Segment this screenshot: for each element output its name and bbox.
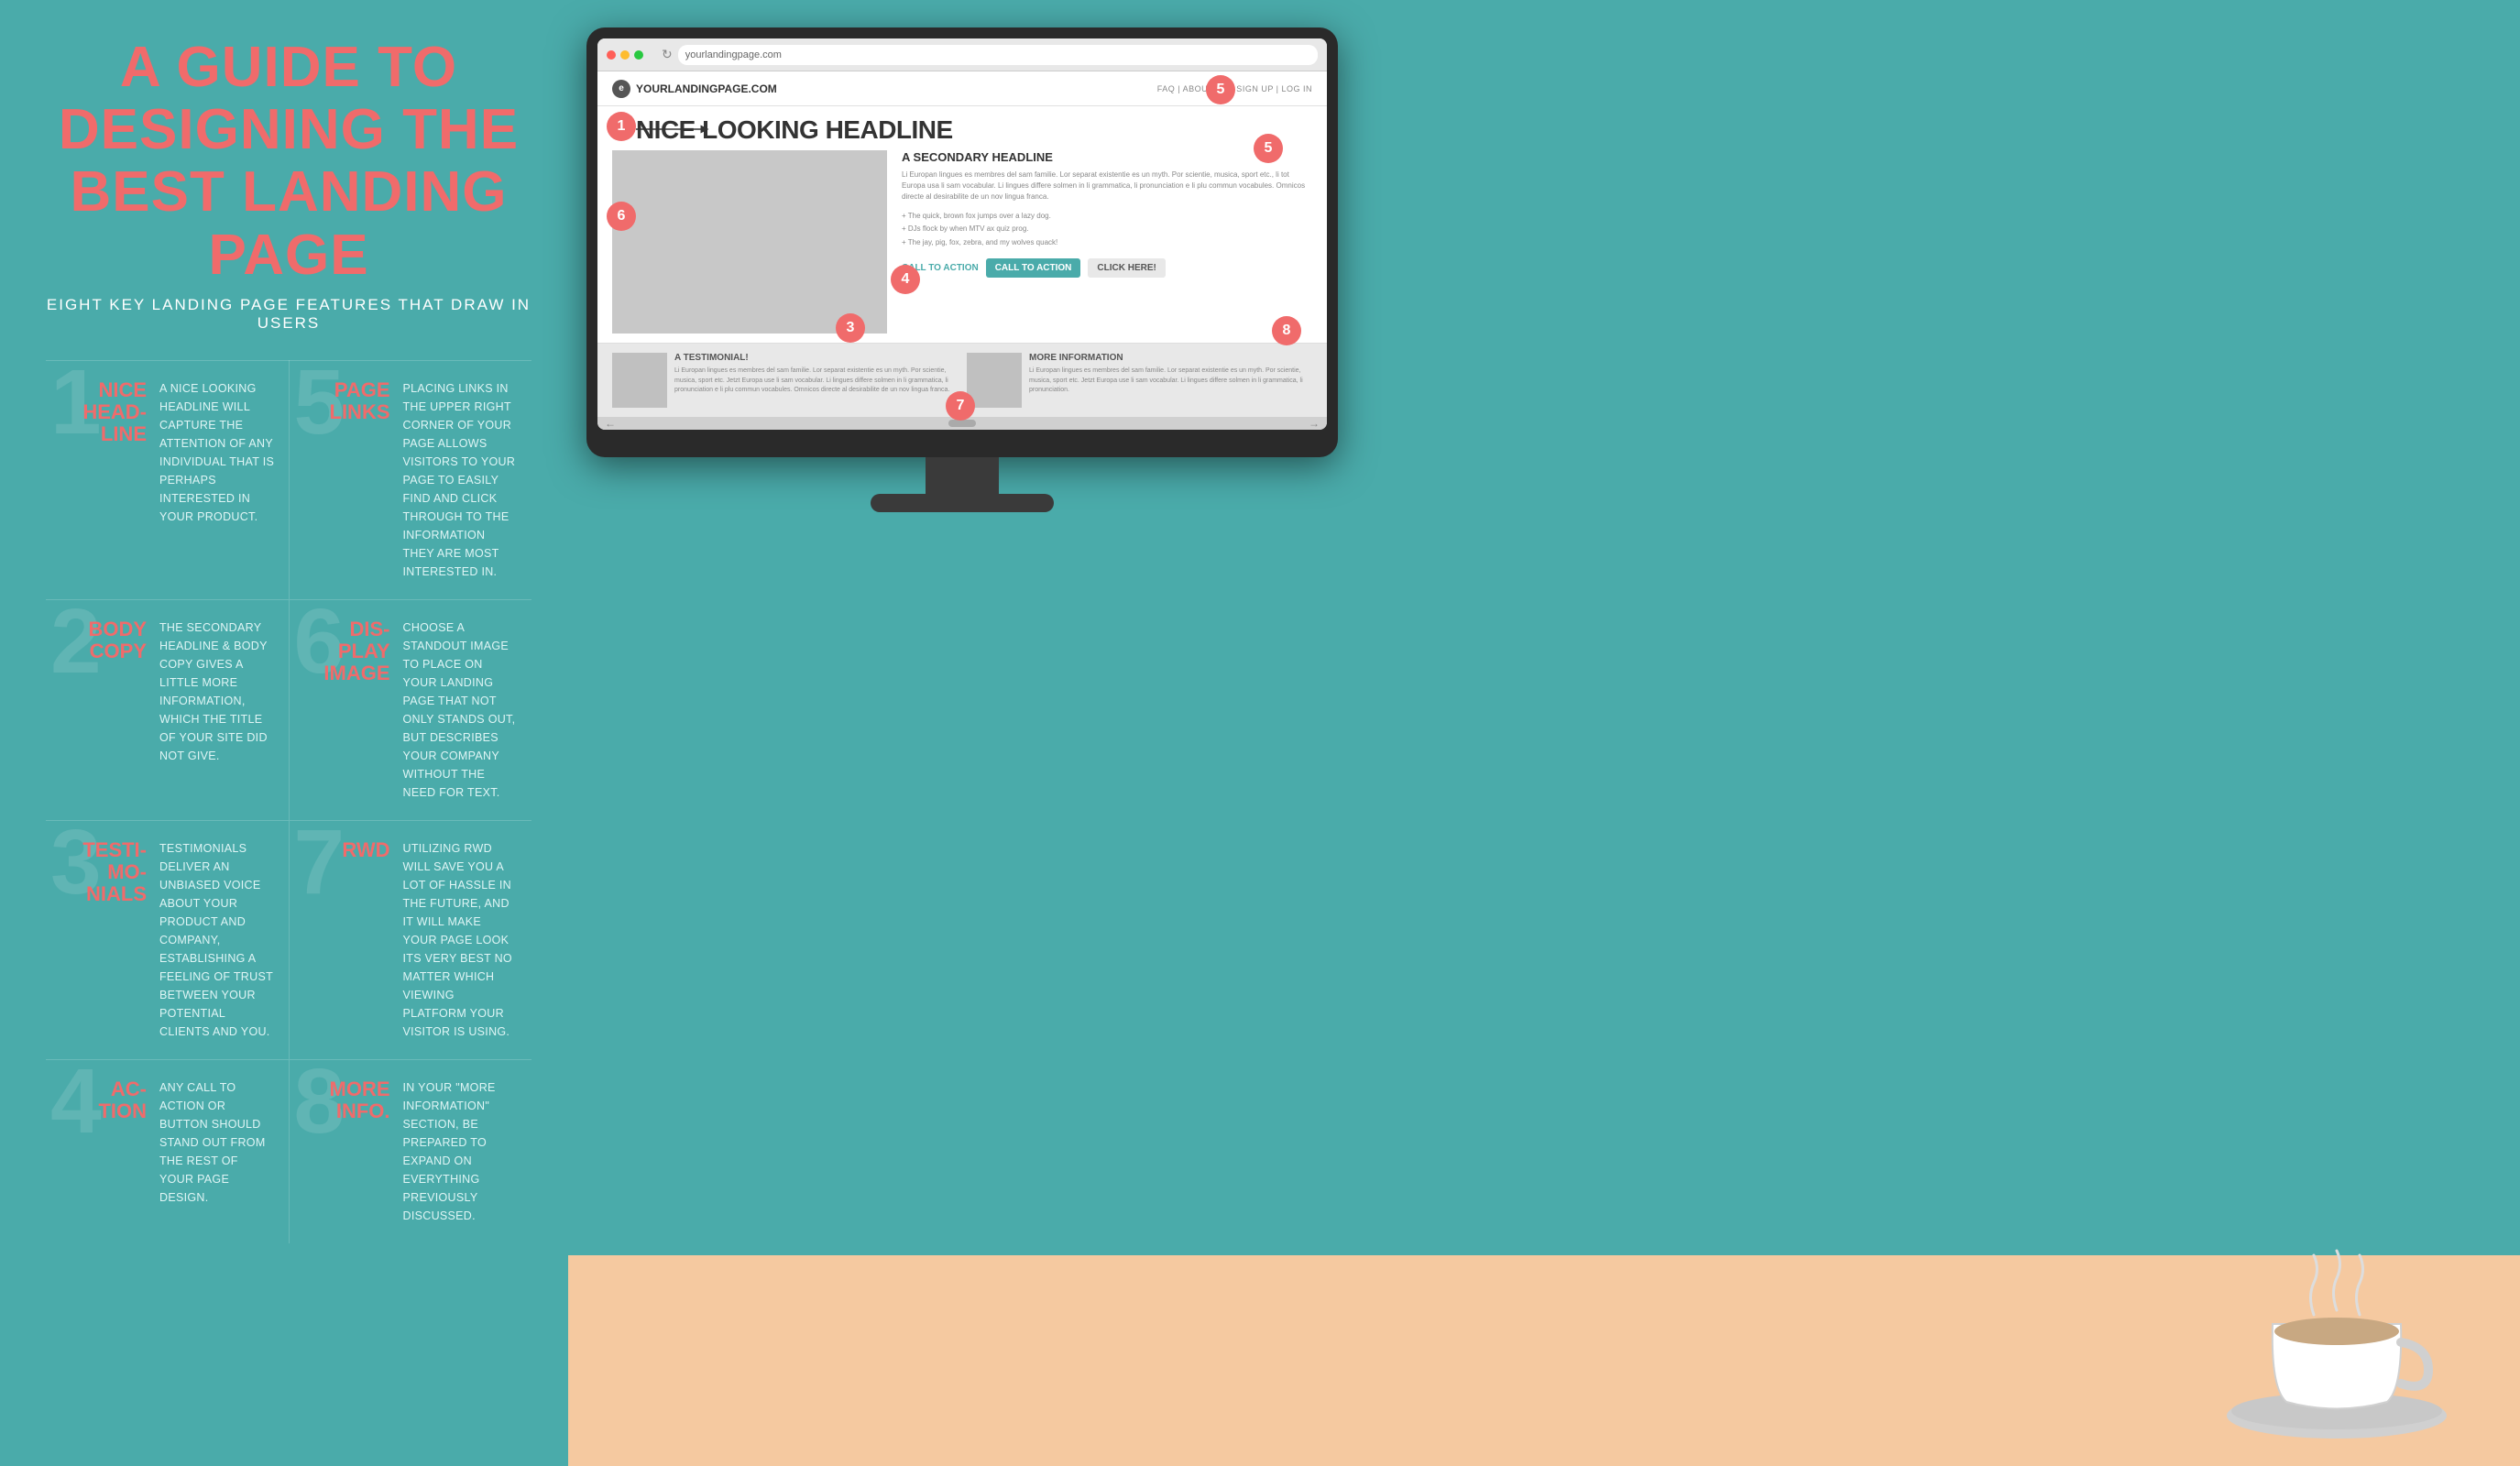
feature-desc-4: Any call to action or button should stan… bbox=[159, 1078, 275, 1207]
feature-desc-8: In your "More Information" section, be p… bbox=[403, 1078, 519, 1225]
feature-label-3: TESTI-MO-NIALS bbox=[82, 838, 147, 905]
feature-label-6: DIS-PLAYIMAGE bbox=[323, 618, 389, 684]
features-table: 1 NICEHEAD-LINE A nice looking headline … bbox=[46, 360, 531, 1243]
url-bar[interactable]: yourlandingpage.com bbox=[678, 45, 1318, 65]
badge-6: 6 bbox=[607, 202, 636, 231]
browser-bar: ↻ yourlandingpage.com bbox=[597, 38, 1327, 71]
browser-dots bbox=[607, 50, 643, 60]
scroll-indicator[interactable] bbox=[948, 420, 976, 427]
feature-label-1: NICEHEAD-LINE bbox=[82, 378, 147, 445]
testimonial-image bbox=[612, 353, 667, 408]
reload-icon[interactable]: ↻ bbox=[662, 47, 673, 62]
imac-stand-neck bbox=[926, 457, 999, 494]
imac-screen-outer: ↻ yourlandingpage.com e YOURLANDINGPAGE.… bbox=[586, 27, 1338, 457]
feature-item-8: 8 MOREINFO. In your "More Information" s… bbox=[289, 1059, 531, 1243]
features-row-4: 4 AC-TION Any call to action or button s… bbox=[46, 1059, 531, 1243]
feature-item-7: 7 RWD Utilizing RWD will save you a lot … bbox=[289, 820, 531, 1059]
badge-3: 3 bbox=[836, 313, 865, 343]
imac: ↻ yourlandingpage.com e YOURLANDINGPAGE.… bbox=[586, 27, 1338, 512]
feature-desc-2: The secondary headline & body copy gives… bbox=[159, 618, 275, 765]
feature-label-7: RWD bbox=[342, 838, 389, 861]
dot-red bbox=[607, 50, 616, 60]
more-info-box: MORE INFORMATION Li Europan lingues es m… bbox=[967, 353, 1312, 408]
main-heading: A Guide to Designing the Best Landing Pa… bbox=[46, 37, 531, 287]
feature-desc-5: Placing links in the upper right corner … bbox=[403, 379, 519, 581]
badge-2: 5 bbox=[1254, 134, 1283, 163]
feature-label-8: MOREINFO. bbox=[330, 1078, 390, 1122]
features-row-3: 3 TESTI-MO-NIALS Testimonials deliver an… bbox=[46, 820, 531, 1059]
right-panel: ↻ yourlandingpage.com e YOURLANDINGPAGE.… bbox=[568, 0, 2520, 1466]
body-text: Li Europan lingues es membres del sam fa… bbox=[902, 170, 1312, 202]
scroll-right-arrow[interactable]: → bbox=[1309, 417, 1320, 430]
bg-number-7: 7 bbox=[294, 821, 345, 903]
feature-item-2: 2 BODYCOPY The secondary headline & body… bbox=[46, 599, 289, 820]
badge-5: 5 bbox=[1206, 75, 1235, 104]
features-row-2: 2 BODYCOPY The secondary headline & body… bbox=[46, 599, 531, 820]
landing-logo: e YOURLANDINGPAGE.COM bbox=[612, 80, 777, 98]
badge-1: 1 bbox=[607, 112, 636, 141]
click-here-button[interactable]: CLICK HERE! bbox=[1088, 258, 1165, 278]
feature-item-4: 4 AC-TION Any call to action or button s… bbox=[46, 1059, 289, 1243]
bullet-2: DJs flock by when MTV ax quiz prog. bbox=[902, 223, 1312, 235]
dot-green bbox=[634, 50, 643, 60]
feature-label-4: AC-TION bbox=[98, 1078, 147, 1122]
landing-copy: A SECONDARY HEADLINE Li Europan lingues … bbox=[902, 150, 1312, 334]
secondary-headline: A SECONDARY HEADLINE bbox=[902, 150, 1312, 164]
feature-label-2: BODYCOPY bbox=[88, 618, 147, 662]
main-title-area: A Guide to Designing the Best Landing Pa… bbox=[46, 37, 531, 287]
feature-item-6: 6 DIS-PLAYIMAGE Choose a standout image … bbox=[289, 599, 531, 820]
cta-button[interactable]: CALL TO ACTION bbox=[986, 258, 1081, 278]
scroll-left-arrow[interactable]: ← bbox=[605, 417, 616, 430]
landing-page-wrapper: e YOURLANDINGPAGE.COM FAQ | ABOUT US | S… bbox=[597, 71, 1327, 430]
subtitle: Eight Key Landing Page Features That Dra… bbox=[46, 296, 531, 333]
coffee-cup-area bbox=[2208, 1205, 2465, 1466]
imac-stand-base bbox=[871, 494, 1054, 512]
feature-desc-7: Utilizing RWD will save you a lot of has… bbox=[403, 839, 519, 1041]
arrow-1 bbox=[636, 125, 709, 134]
testimonial-box: A TESTIMONIAL! Li Europan lingues es mem… bbox=[612, 353, 958, 408]
badge-7: 7 bbox=[946, 391, 975, 421]
imac-screen-inner: ↻ yourlandingpage.com e YOURLANDINGPAGE.… bbox=[597, 38, 1327, 430]
bullet-3: The jay, pig, fox, zebra, and my wolves … bbox=[902, 236, 1312, 249]
feature-item-3: 3 TESTI-MO-NIALS Testimonials deliver an… bbox=[46, 820, 289, 1059]
bullet-list: The quick, brown fox jumps over a lazy d… bbox=[902, 210, 1312, 249]
more-info-image bbox=[967, 353, 1022, 408]
bg-number-4: 4 bbox=[50, 1060, 102, 1143]
feature-item-1: 1 NICEHEAD-LINE A nice looking headline … bbox=[46, 360, 289, 599]
site-name: YOURLANDINGPAGE.COM bbox=[636, 82, 777, 95]
landing-headline: A NICE LOOKING HEADLINE bbox=[612, 115, 1312, 145]
feature-item-5: 5 PAGELINKS Placing links in the upper r… bbox=[289, 360, 531, 599]
bullet-1: The quick, brown fox jumps over a lazy d… bbox=[902, 210, 1312, 223]
feature-desc-3: Testimonials deliver an unbiased voice a… bbox=[159, 839, 275, 1041]
feature-desc-1: A nice looking headline will capture the… bbox=[159, 379, 275, 526]
logo-icon: e bbox=[612, 80, 630, 98]
badge-4: 4 bbox=[891, 265, 920, 294]
features-row-1: 1 NICEHEAD-LINE A nice looking headline … bbox=[46, 360, 531, 599]
dot-yellow bbox=[620, 50, 630, 60]
cta-area: CALL TO ACTION CALL TO ACTION CLICK HERE… bbox=[902, 258, 1312, 278]
landing-body: A SECONDARY HEADLINE Li Europan lingues … bbox=[597, 150, 1327, 343]
feature-label-5: PAGELINKS bbox=[330, 378, 390, 423]
left-panel: A Guide to Designing the Best Landing Pa… bbox=[0, 0, 568, 1466]
badge-8: 8 bbox=[1272, 316, 1301, 345]
display-image bbox=[612, 150, 887, 334]
feature-desc-6: Choose a standout image to place on your… bbox=[403, 618, 519, 802]
coffee-cup-svg bbox=[2208, 1205, 2465, 1461]
